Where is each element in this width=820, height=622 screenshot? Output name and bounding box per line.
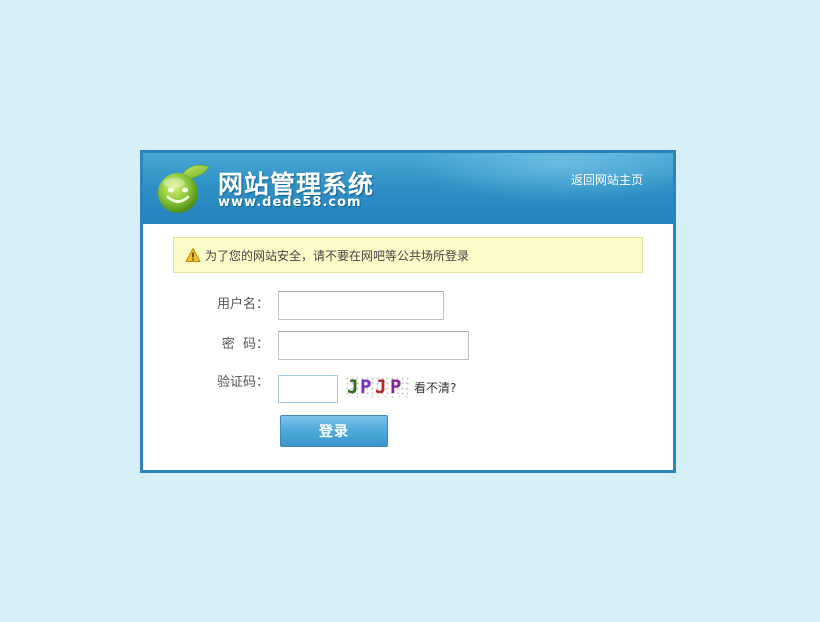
captcha-char-1: J [347, 376, 359, 398]
site-url: www.dede58.com [218, 195, 362, 210]
password-input[interactable] [278, 331, 469, 360]
smiley-leaf-logo-icon [158, 164, 210, 213]
back-to-home-link[interactable]: 返回网站主页 [571, 171, 643, 188]
warning-icon [185, 248, 201, 262]
login-button[interactable]: 登录 [280, 415, 388, 447]
captcha-char-4: P [390, 376, 402, 398]
captcha-char-2: P [360, 376, 372, 398]
security-notice: 为了您的网站安全，请不要在网吧等公共场所登录 [173, 237, 643, 273]
captcha-input[interactable] [278, 375, 338, 403]
captcha-label: 验证码： [216, 375, 269, 390]
username-input[interactable] [278, 291, 444, 320]
login-panel: 网站管理系统 www.dede58.com 返回网站主页 为了您的网站安全，请不… [140, 150, 676, 473]
login-header: 网站管理系统 www.dede58.com 返回网站主页 [143, 153, 673, 224]
captcha-refresh-link[interactable]: 看不清? [414, 375, 456, 401]
captcha-image[interactable]: J P J P [345, 376, 409, 398]
security-notice-text: 为了您的网站安全，请不要在网吧等公共场所登录 [205, 248, 470, 263]
username-label: 用户名： [216, 297, 269, 312]
captcha-row: 验证码： J P J P 看不清? [143, 375, 623, 405]
password-label: 密 码： [221, 337, 269, 352]
captcha-char-3: J [375, 376, 387, 398]
